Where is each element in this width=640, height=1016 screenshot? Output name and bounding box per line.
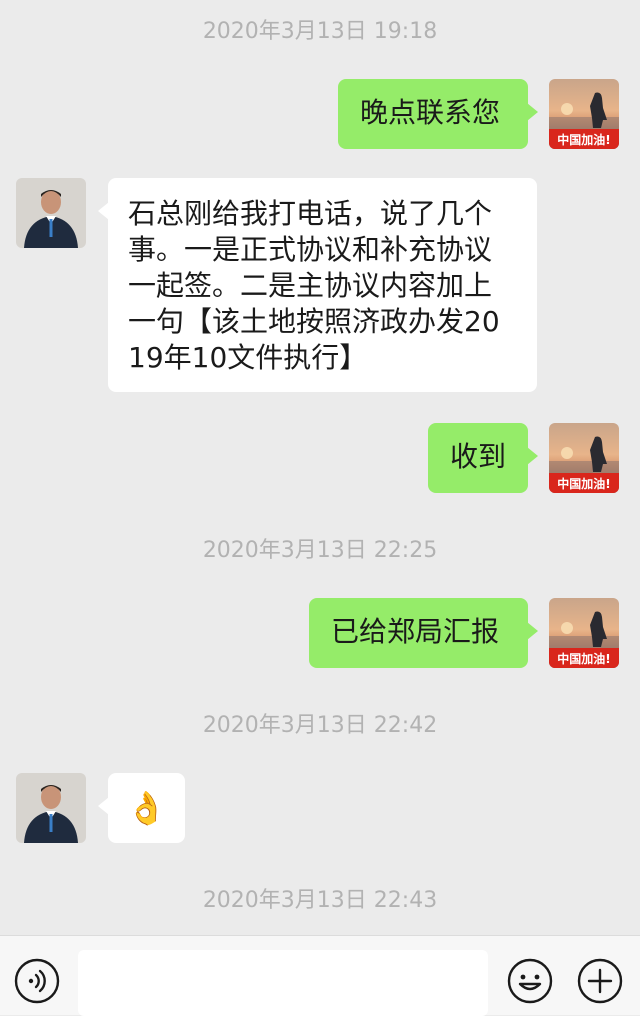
timestamp: 2020年3月13日 22:25: [202, 538, 438, 563]
chat-area[interactable]: 2020年3月13日 19:18 晚点联系您 中国加油! 石总刚给我打电话，说了…: [0, 0, 640, 935]
avatar-badge-text: 中国加油!: [557, 476, 610, 491]
timestamp: 2020年3月13日 19:18: [202, 19, 438, 44]
message-bubble-outgoing[interactable]: 已给郑局汇报: [309, 598, 538, 668]
timestamp: 2020年3月13日 22:42: [202, 713, 438, 738]
my-avatar[interactable]: 中国加油!: [549, 423, 619, 493]
avatar-badge-text: 中国加油!: [557, 132, 610, 147]
message-text: 收到: [450, 440, 507, 473]
contact-avatar[interactable]: [16, 178, 86, 248]
avatar-badge-text: 中国加油!: [557, 651, 610, 666]
message-input[interactable]: [78, 950, 488, 1016]
emoji-smiley-icon[interactable]: [507, 958, 553, 1004]
plus-icon[interactable]: [577, 958, 623, 1004]
ok-hand-emoji: 👌: [126, 789, 167, 827]
message-bubble-incoming[interactable]: 石总刚给我打电话，说了几个事。一是正式协议和补充协议一起签。二是主协议内容加上一…: [98, 178, 537, 392]
message-bubble-incoming[interactable]: 👌: [98, 773, 185, 843]
my-avatar[interactable]: 中国加油!: [549, 79, 619, 149]
message-text: 已给郑局汇报: [331, 615, 500, 648]
contact-avatar[interactable]: [16, 773, 86, 843]
message-bubble-outgoing[interactable]: 收到: [428, 423, 538, 493]
message-text: 石总刚给我打电话，说了几个事。一是正式协议和补充协议一起签。二是主协议内容加上一…: [128, 197, 500, 374]
message-composer: [0, 935, 640, 1016]
message-text: 晚点联系您: [360, 96, 501, 129]
timestamp: 2020年3月13日 22:43: [202, 888, 438, 913]
message-bubble-outgoing[interactable]: 晚点联系您: [338, 79, 538, 149]
voice-icon[interactable]: [14, 958, 60, 1004]
my-avatar[interactable]: 中国加油!: [549, 598, 619, 668]
